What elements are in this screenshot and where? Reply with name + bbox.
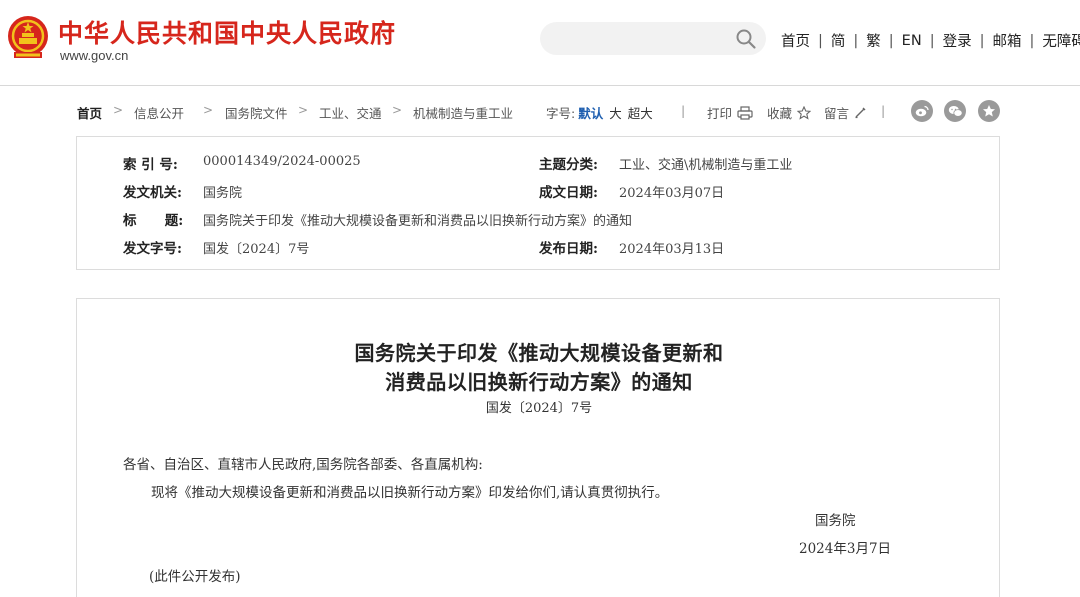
index-number-label: 索 引 号: <box>123 157 178 173</box>
nav-separator: | <box>979 32 985 49</box>
issuing-authority-value: 国务院 <box>203 186 243 201</box>
wechat-share-button[interactable] <box>944 100 966 122</box>
index-number-value: 000014349/2024-00025 <box>203 154 361 169</box>
breadcrumb: 首页 > 信息公开 > 国务院文件 > 工业、交通 > 机械制造与重工业 字号:… <box>77 100 1000 122</box>
public-release-note: (此件公开发布) <box>149 569 241 585</box>
subject-category-label: 主题分类: <box>539 157 598 173</box>
document-number-value: 国发〔2024〕7号 <box>203 242 310 257</box>
national-emblem-icon[interactable] <box>6 14 50 60</box>
publish-date-label: 发布日期: <box>539 241 598 257</box>
wechat-icon <box>948 105 963 117</box>
subject-category-value: 工业、交通\机械制造与重工业 <box>619 158 793 173</box>
font-size-default[interactable]: 默认 <box>578 106 603 121</box>
comment-button[interactable]: 留言 <box>824 103 867 122</box>
favorite-share-button[interactable] <box>978 100 1000 122</box>
publish-date-value: 2024年03月13日 <box>619 242 725 257</box>
breadcrumb-machinery[interactable]: 机械制造与重工业 <box>413 103 513 122</box>
document-title-line-2: 消费品以旧换新行动方案》的通知 <box>385 370 693 394</box>
chevron-right-icon: > <box>298 103 309 117</box>
breadcrumb-state-council-docs[interactable]: 国务院文件 <box>225 103 288 122</box>
search-input[interactable] <box>540 22 766 55</box>
favorite-label: 收藏 <box>767 106 793 121</box>
font-size-large[interactable]: 大 <box>609 106 622 121</box>
document-salutation: 各省、自治区、直辖市人民政府,国务院各部委、各直属机构: <box>123 457 483 473</box>
chevron-right-icon: > <box>203 103 214 117</box>
font-size-xlarge[interactable]: 超大 <box>628 106 653 121</box>
search-icon[interactable] <box>735 28 757 50</box>
issuing-authority-label: 发文机关: <box>123 185 182 201</box>
breadcrumb-home[interactable]: 首页 <box>77 103 102 122</box>
document-body-paragraph: 现将《推动大规模设备更新和消费品以旧换新行动方案》印发给你们,请认真贯彻执行。 <box>151 485 669 501</box>
favorite-star-icon <box>983 105 995 117</box>
document-number: 国发〔2024〕7号 <box>485 401 593 416</box>
document-title-line-1: 国务院关于印发《推动大规模设备更新和 <box>354 341 724 365</box>
site-header: 中华人民共和国中央人民政府 www.gov.cn 首页 | 简 | 繁 | EN… <box>0 0 1080 86</box>
pencil-icon <box>855 107 866 119</box>
document-signature: 国务院 <box>815 513 856 529</box>
nav-separator: | <box>818 32 823 49</box>
nav-separator: | <box>853 32 859 49</box>
nav-mailbox[interactable]: 邮箱 <box>992 30 1021 51</box>
printer-icon <box>737 105 753 120</box>
written-date-value: 2024年03月07日 <box>619 186 725 201</box>
breadcrumb-industry-transport[interactable]: 工业、交通 <box>319 103 382 122</box>
document-content: 国务院关于印发《推动大规模设备更新和 消费品以旧换新行动方案》的通知 国发〔20… <box>76 298 1000 597</box>
document-metadata-box: 索 引 号: 000014349/2024-00025 主题分类: 工业、交通\… <box>76 136 1000 270</box>
site-url[interactable]: www.gov.cn <box>60 48 128 63</box>
font-size-label: 字号: <box>546 106 576 121</box>
site-title[interactable]: 中华人民共和国中央人民政府 <box>58 14 396 50</box>
weibo-icon <box>915 105 929 117</box>
document-number-label: 发文字号: <box>123 241 182 257</box>
nav-traditional[interactable]: 繁 <box>866 30 881 51</box>
print-label: 打印 <box>707 106 733 121</box>
nav-simplified[interactable]: 简 <box>831 30 846 51</box>
title-value: 国务院关于印发《推动大规模设备更新和消费品以旧换新行动方案》的通知 <box>203 214 633 229</box>
toolbar-separator: | <box>681 103 686 118</box>
font-size-control: 字号: 默认大超大 <box>546 103 653 122</box>
chevron-right-icon: > <box>113 103 124 117</box>
title-label: 标 题: <box>123 213 184 229</box>
toolbar-separator: | <box>881 103 886 118</box>
comment-label: 留言 <box>824 106 850 121</box>
star-icon <box>797 105 812 120</box>
nav-separator: | <box>1029 32 1035 49</box>
written-date-label: 成文日期: <box>539 185 598 201</box>
document-date: 2024年3月7日 <box>799 541 892 557</box>
breadcrumb-info-disclosure[interactable]: 信息公开 <box>134 103 184 122</box>
print-button[interactable]: 打印 <box>707 103 753 122</box>
favorite-button[interactable]: 收藏 <box>767 103 812 122</box>
nav-login[interactable]: 登录 <box>943 30 972 51</box>
nav-separator: | <box>888 32 894 49</box>
nav-accessibility[interactable]: 无障碍 <box>1042 30 1080 51</box>
nav-home[interactable]: 首页 <box>781 30 810 51</box>
nav-separator: | <box>929 32 935 49</box>
chevron-right-icon: > <box>392 103 403 117</box>
nav-english[interactable]: EN <box>902 33 922 49</box>
top-nav: 首页 | 简 | 繁 | EN | 登录 | 邮箱 | 无障碍 <box>781 30 1080 51</box>
weibo-share-button[interactable] <box>911 100 933 122</box>
